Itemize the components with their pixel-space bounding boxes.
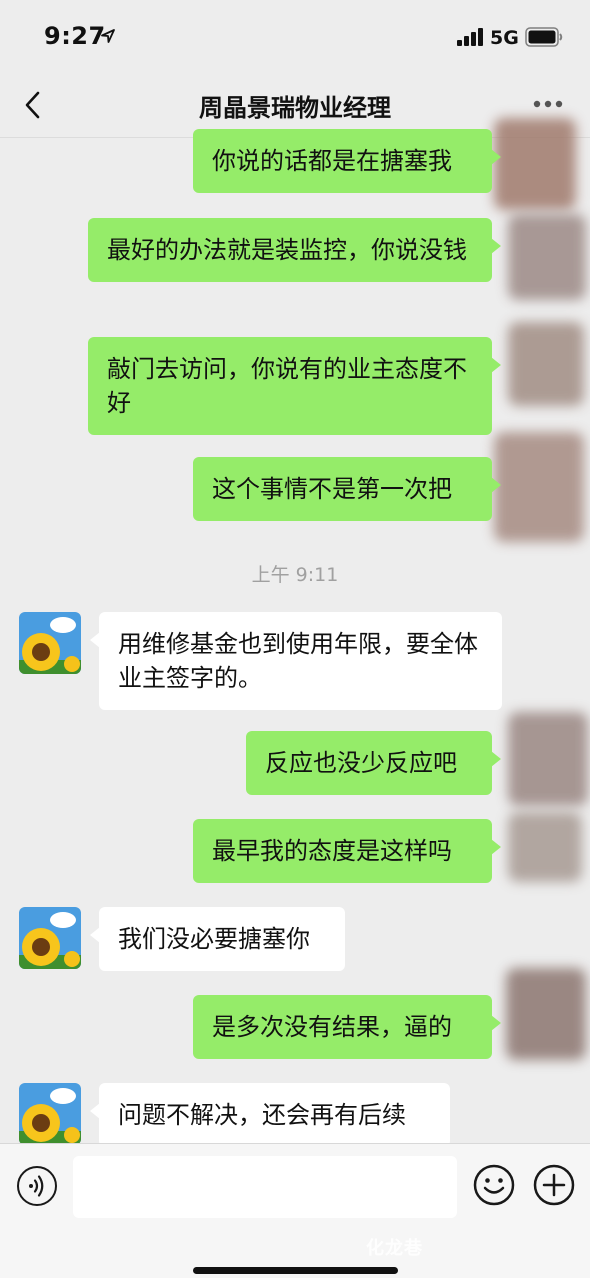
avatar-redacted	[494, 118, 576, 210]
chat-input-bar: 化龙巷	[0, 1143, 590, 1278]
voice-icon	[29, 1175, 44, 1197]
voice-button[interactable]	[17, 1166, 57, 1206]
watermark: 化龙巷	[366, 1238, 423, 1259]
message-bubble-received[interactable]: 问题不解决，还会再有后续	[90, 1083, 450, 1147]
status-time: 9:27	[44, 22, 106, 50]
network-label: 5G	[490, 27, 519, 49]
message-bubble-sent[interactable]: 最好的办法就是装监控，你说没钱	[88, 218, 501, 282]
avatar-redacted	[494, 432, 584, 542]
avatar-redacted	[506, 968, 586, 1060]
message-bubble-sent[interactable]: 是多次没有结果，逼的	[193, 995, 501, 1059]
message-bubble-received[interactable]: 我们没必要搪塞你	[90, 907, 345, 971]
signal-icon	[457, 28, 483, 46]
plus-circle-icon[interactable]	[533, 1164, 575, 1206]
emoji-icon[interactable]	[473, 1164, 515, 1206]
message-input[interactable]	[73, 1156, 457, 1218]
avatar[interactable]	[19, 907, 81, 969]
avatar[interactable]	[19, 1083, 81, 1145]
message-bubble-sent[interactable]: 最早我的态度是这样吗	[193, 819, 501, 883]
sunflower-avatar-icon	[19, 612, 81, 674]
home-indicator[interactable]	[193, 1267, 398, 1274]
message-timestamp: 上午 9:11	[251, 564, 339, 586]
message-bubble-sent[interactable]: 你说的话都是在搪塞我	[193, 129, 501, 193]
avatar-redacted	[508, 812, 582, 882]
status-bar: 9:27 5G	[0, 0, 590, 70]
location-arrow-icon	[101, 29, 115, 43]
sunflower-avatar-icon	[19, 1083, 81, 1145]
avatar-redacted	[508, 214, 586, 300]
battery-icon	[525, 27, 563, 47]
message-bubble-sent[interactable]: 这个事情不是第一次把	[193, 457, 501, 521]
avatar-redacted	[508, 322, 584, 406]
sunflower-avatar-icon	[19, 907, 81, 969]
avatar[interactable]	[19, 612, 81, 674]
message-bubble-sent[interactable]: 敲门去访问，你说有的业主态度不好	[88, 337, 501, 435]
avatar-redacted	[508, 712, 588, 806]
message-bubble-received[interactable]: 用维修基金也到使用年限，要全体业主签字的。	[90, 612, 502, 710]
more-dots-icon[interactable]	[533, 100, 563, 108]
message-bubble-sent[interactable]: 反应也没少反应吧	[246, 731, 501, 795]
